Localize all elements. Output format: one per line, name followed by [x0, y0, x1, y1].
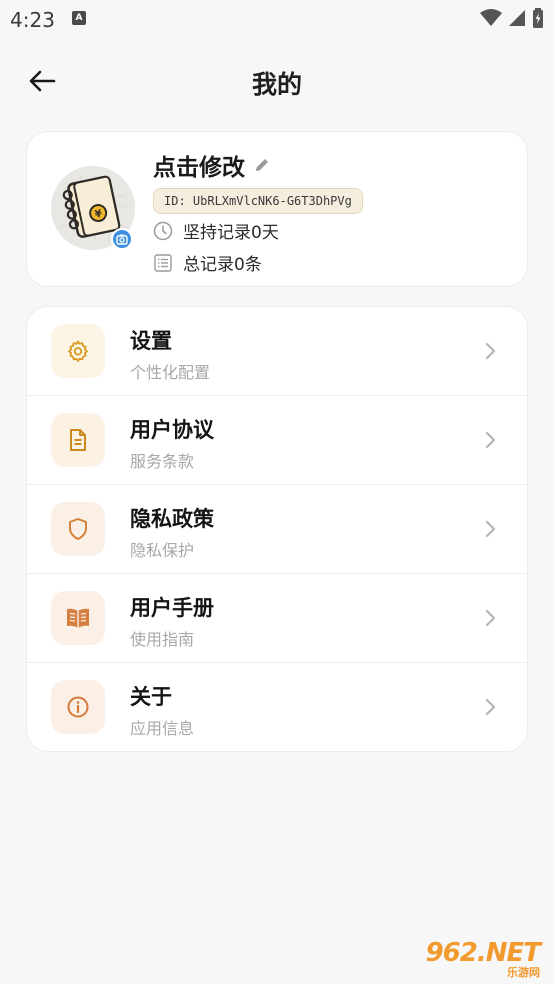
menu-subtitle-settings: 个性化配置 [130, 363, 211, 382]
chevron-right-icon [485, 520, 496, 538]
settings-icon-box [51, 324, 105, 378]
signal-icon [509, 10, 525, 26]
list-icon [154, 253, 172, 272]
agreement-icon-box [51, 413, 105, 467]
menu-title-settings: 设置 [130, 329, 172, 353]
menu-title-user-manual: 用户手册 [130, 596, 214, 620]
nickname-label: 点击修改 [153, 155, 245, 181]
battery-icon [533, 8, 543, 28]
info-icon [67, 696, 89, 718]
chevron-right-icon [485, 431, 496, 449]
chevron-right-icon [485, 609, 496, 627]
menu-item-user-agreement[interactable]: 用户协议 服务条款 [27, 396, 527, 485]
app-screen: 4:23 A 我的 ¥ 点击修改 ID: UbRLXmVlcNK6-G6T3Dh… [0, 0, 554, 984]
profile-card[interactable]: ¥ 点击修改 ID: UbRLXmVlcNK6-G6T3DhPVg 坚持记录0天… [26, 131, 528, 287]
stat-days: 坚持记录0天 [153, 218, 279, 243]
status-bar: 4:23 A [0, 0, 554, 40]
menu-subtitle-privacy-policy: 隐私保护 [130, 541, 195, 560]
menu-title-about: 关于 [130, 685, 172, 709]
status-time: 4:23 [10, 8, 55, 32]
menu-title-user-agreement: 用户协议 [130, 418, 214, 442]
shield-icon [69, 518, 87, 540]
menu-title-privacy-policy: 隐私政策 [130, 507, 214, 531]
menu-card: 设置 个性化配置 用户协议 服务条款 隐私政策 隐私保护 用户手册 使用指南 关… [26, 306, 528, 752]
menu-subtitle-about: 应用信息 [130, 719, 195, 738]
pencil-icon [256, 159, 268, 171]
stat-records-label: 总记录0条 [183, 255, 262, 275]
wifi-icon [480, 9, 502, 26]
stat-days-label: 坚持记录0天 [183, 223, 279, 243]
camera-icon [116, 234, 128, 245]
watermark-sub-text: 乐游网 [507, 966, 540, 979]
chevron-right-icon [485, 698, 496, 716]
app-header: 我的 [0, 55, 554, 107]
nickname-edit[interactable]: 点击修改 [153, 148, 271, 182]
manual-icon-box [51, 591, 105, 645]
notification-app-icon: A [72, 11, 86, 25]
menu-subtitle-user-manual: 使用指南 [130, 630, 195, 649]
page-title: 我的 [251, 70, 302, 99]
stat-records: 总记录0条 [153, 250, 262, 275]
status-indicators [480, 8, 544, 28]
notification-app-letter: A [75, 13, 83, 23]
menu-item-about[interactable]: 关于 应用信息 [27, 663, 527, 751]
chevron-right-icon [485, 342, 496, 360]
menu-item-user-manual[interactable]: 用户手册 使用指南 [27, 574, 527, 663]
user-id-tag[interactable]: ID: UbRLXmVlcNK6-G6T3DhPVg [153, 188, 363, 214]
document-icon [70, 429, 86, 451]
site-watermark: 962.NET 乐游网 [412, 938, 546, 979]
avatar-edit-badge[interactable] [111, 228, 133, 250]
about-icon-box [51, 680, 105, 734]
gear-icon [68, 340, 88, 362]
book-icon [67, 608, 89, 628]
privacy-icon-box [51, 502, 105, 556]
menu-item-privacy-policy[interactable]: 隐私政策 隐私保护 [27, 485, 527, 574]
menu-item-settings[interactable]: 设置 个性化配置 [27, 307, 527, 396]
menu-subtitle-user-agreement: 服务条款 [130, 452, 195, 471]
clock-icon [153, 221, 173, 240]
